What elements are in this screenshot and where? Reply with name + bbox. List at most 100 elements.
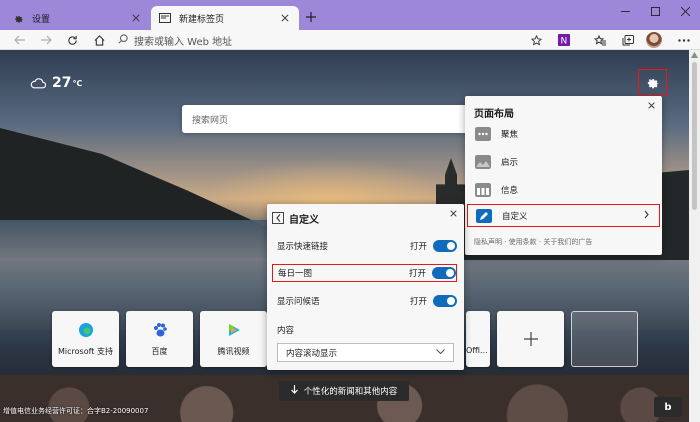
setting-state: 打开 — [409, 297, 427, 307]
profile-avatar[interactable] — [646, 32, 662, 48]
add-quick-link-button[interactable] — [497, 311, 564, 367]
quick-link-office[interactable]: Offi... — [466, 311, 490, 367]
scroll-up-icon[interactable] — [691, 52, 698, 58]
chevron-down-icon — [436, 348, 445, 358]
tile-label: Microsoft 支持 — [58, 346, 113, 356]
gear-icon — [12, 12, 24, 24]
layout-option-custom[interactable]: 自定义 — [467, 204, 660, 227]
search-icon — [118, 33, 128, 47]
chevron-right-icon — [644, 210, 649, 221]
browser-toolbar: 搜索或输入 Web 地址 N — [0, 30, 700, 50]
empty-quick-link-slot[interactable] — [571, 311, 638, 367]
gear-icon — [647, 78, 659, 89]
page-layout-panel: 页面布局 聚焦 启示 信息 自定义 隐私声明 · 使用条款 · 关于我们的广告 — [465, 96, 662, 255]
chevron-left-icon — [275, 214, 280, 222]
more-options-icon[interactable] — [676, 32, 692, 48]
scrollbar-thumb[interactable] — [692, 62, 697, 210]
window-controls — [610, 0, 700, 22]
tab-settings[interactable]: 设置 — [4, 6, 150, 30]
tile-label: 腾讯视频 — [217, 346, 250, 356]
setting-label: 每日一图 — [278, 269, 313, 279]
content-dropdown-value: 内容滚动显示 — [286, 348, 338, 359]
close-icon[interactable] — [448, 208, 458, 218]
baidu-paw-icon — [153, 322, 167, 336]
tile-label: Offi... — [466, 345, 488, 355]
home-icon[interactable] — [91, 32, 107, 48]
quick-links-toggle[interactable] — [433, 240, 457, 252]
quick-link-tencent-video[interactable]: 腾讯视频 — [200, 311, 267, 367]
weather-widget[interactable]: 27 ℃ — [30, 75, 82, 91]
edge-icon — [78, 322, 93, 337]
onenote-icon[interactable]: N — [556, 32, 572, 48]
tab-label: 设置 — [32, 14, 51, 25]
temperature: 27 — [52, 75, 72, 91]
page-scrollbar[interactable] — [689, 50, 700, 422]
svg-text:N: N — [561, 37, 568, 47]
newtab-page-icon — [159, 12, 171, 24]
quick-link-microsoft-support[interactable]: Microsoft 支持 — [52, 311, 119, 367]
setting-row-greeting: 显示问候语 打开 — [277, 292, 457, 310]
customize-panel: 自定义 显示快速链接 打开 每日一图 打开 显示问候语 打开 内容 内容滚动显示 — [267, 204, 464, 370]
license-text: 增值电信业务经营许可证：合字B2-20090007 — [3, 407, 149, 415]
layout-option-label: 自定义 — [502, 211, 528, 222]
setting-label: 显示快速链接 — [277, 242, 329, 252]
close-window-button[interactable] — [670, 0, 700, 22]
background-church — [436, 158, 466, 206]
layout-option-informational[interactable]: 信息 — [465, 177, 662, 203]
tencent-video-icon — [228, 323, 240, 336]
tab-label: 新建标签页 — [179, 14, 225, 25]
layout-option-focused[interactable]: 聚焦 — [465, 121, 662, 147]
toggle-knob — [447, 297, 455, 305]
setting-state: 打开 — [409, 242, 427, 252]
address-bar[interactable]: 搜索或输入 Web 地址 — [118, 31, 550, 49]
setting-state: 打开 — [408, 269, 426, 279]
setting-row-quick-links: 显示快速链接 打开 — [277, 237, 457, 255]
quick-link-baidu[interactable]: 百度 — [126, 311, 193, 367]
back-button[interactable] — [272, 212, 284, 224]
favorites-icon[interactable] — [592, 32, 608, 48]
bing-logo[interactable]: b — [654, 397, 682, 417]
close-icon[interactable] — [646, 100, 656, 110]
minimize-button[interactable] — [610, 0, 640, 22]
back-arrow-icon[interactable] — [12, 32, 28, 48]
tab-strip: 设置 新建标签页 — [0, 0, 700, 30]
content-label: 内容 — [277, 326, 295, 336]
setting-label: 显示问候语 — [277, 297, 320, 307]
setting-row-image-of-the-day: 每日一图 打开 — [272, 264, 457, 282]
tile-label: 百度 — [151, 346, 168, 356]
layout-inspirational-icon — [475, 155, 491, 169]
personalized-news-button[interactable]: 个性化的新闻和其他内容 — [279, 381, 409, 401]
layout-option-label: 信息 — [501, 186, 519, 196]
layout-focused-icon — [475, 127, 491, 141]
tab-new-tab[interactable]: 新建标签页 — [151, 6, 299, 30]
layout-option-inspirational[interactable]: 启示 — [465, 149, 662, 175]
refresh-icon[interactable] — [64, 32, 80, 48]
address-placeholder: 搜索或输入 Web 地址 — [134, 36, 233, 48]
temperature-unit: ℃ — [72, 78, 83, 88]
pencil-icon — [476, 208, 492, 223]
image-of-the-day-toggle[interactable] — [432, 267, 456, 279]
layout-option-label: 启示 — [501, 158, 519, 168]
news-button-label: 个性化的新闻和其他内容 — [303, 387, 398, 397]
greeting-toggle[interactable] — [433, 295, 457, 307]
close-tab-icon[interactable] — [279, 12, 291, 24]
close-tab-icon[interactable] — [130, 12, 142, 24]
new-tab-button[interactable] — [302, 8, 320, 26]
collections-icon[interactable] — [620, 32, 636, 48]
customize-panel-title: 自定义 — [289, 215, 319, 226]
plus-icon — [523, 332, 538, 346]
layout-option-label: 聚焦 — [501, 130, 519, 140]
layout-panel-title: 页面布局 — [474, 109, 514, 120]
cloud-icon — [30, 78, 46, 89]
page-settings-button[interactable] — [638, 69, 667, 96]
forward-arrow-icon[interactable] — [38, 32, 54, 48]
arrow-down-icon — [290, 385, 298, 397]
layout-informational-icon — [475, 183, 491, 197]
content-dropdown[interactable]: 内容滚动显示 — [277, 343, 454, 362]
toggle-knob — [446, 269, 454, 277]
toggle-knob — [447, 242, 455, 250]
maximize-button[interactable] — [640, 0, 670, 22]
favorite-star-icon[interactable] — [528, 32, 544, 48]
web-search-input[interactable]: 搜索网页 — [182, 105, 482, 133]
layout-panel-footer-links[interactable]: 隐私声明 · 使用条款 · 关于我们的广告 — [474, 237, 592, 247]
